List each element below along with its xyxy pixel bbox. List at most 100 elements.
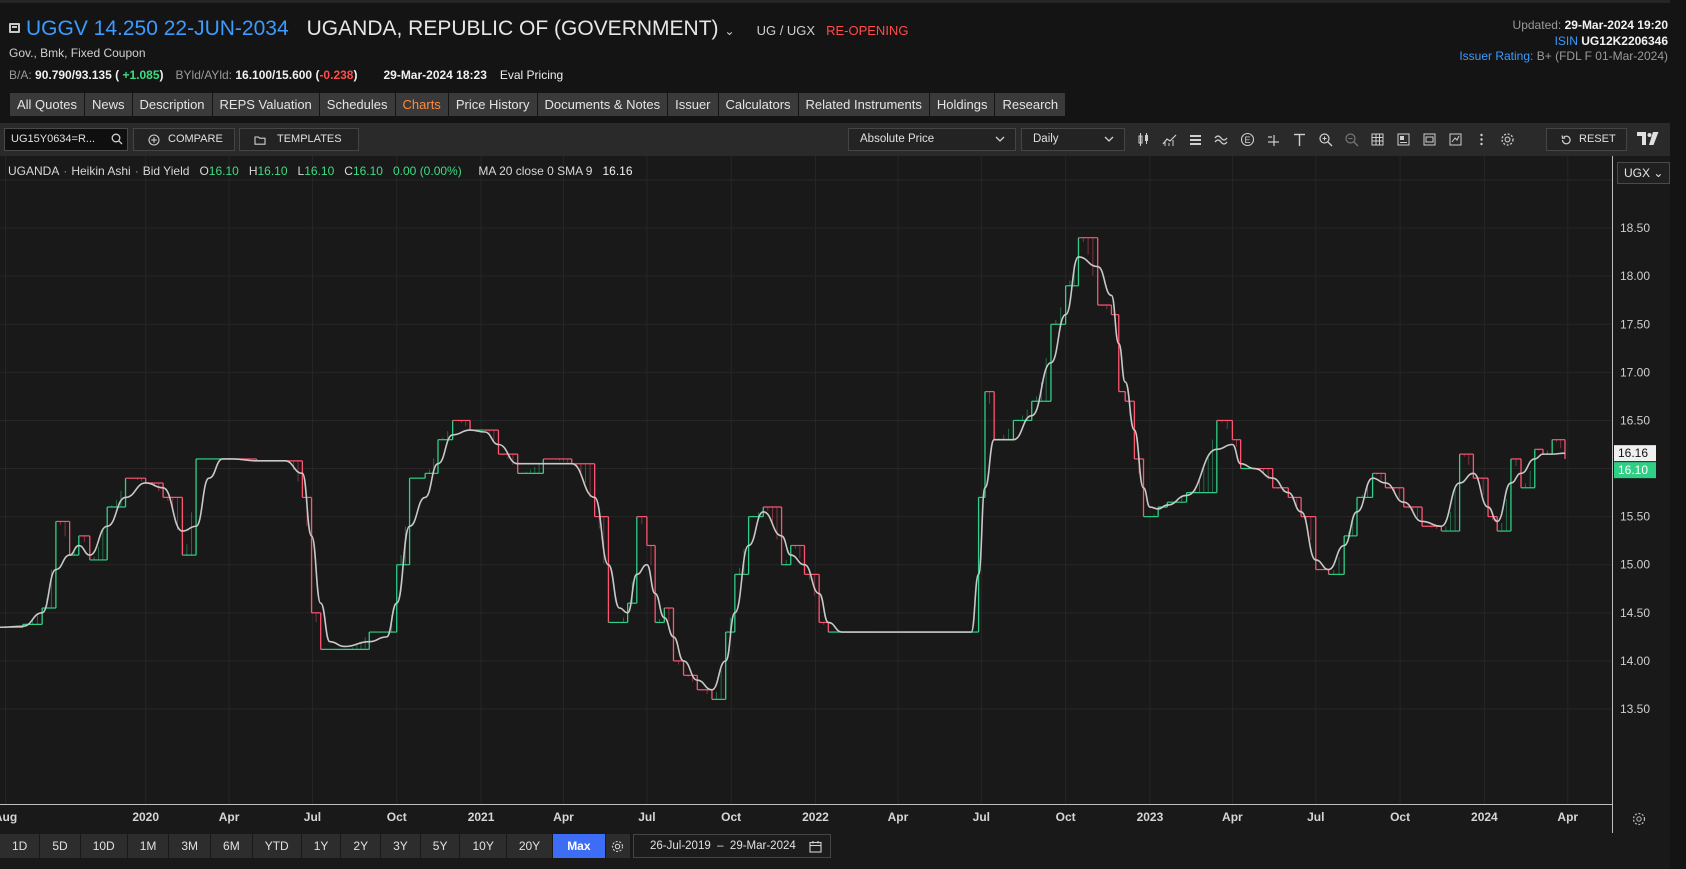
compare-button[interactable]: COMPARE: [133, 128, 235, 151]
range-button-3m[interactable]: 3M: [169, 834, 212, 858]
tab-research[interactable]: Research: [995, 93, 1067, 116]
x-tick-label: Jul: [304, 810, 321, 824]
moving-average-line: [0, 256, 1566, 691]
tab-description[interactable]: Description: [132, 93, 213, 116]
axis-settings-icon-core: [1636, 816, 1642, 822]
chevron-down-icon[interactable]: ⌄: [725, 24, 735, 38]
reset-button[interactable]: RESET: [1546, 128, 1627, 151]
table-icon[interactable]: [1364, 128, 1390, 151]
text-tool-icon[interactable]: [1286, 128, 1312, 151]
indicators-icon[interactable]: [1156, 128, 1182, 151]
tab-all-quotes[interactable]: All Quotes: [10, 93, 85, 116]
axis-settings-icon[interactable]: [1632, 812, 1646, 826]
x-tick-label: Jul: [1307, 810, 1324, 824]
range-button-1y[interactable]: 1Y: [301, 834, 342, 858]
events-icon[interactable]: E: [1234, 128, 1260, 151]
x-tick-label: Aug: [0, 810, 17, 824]
x-tick-label: Oct: [387, 810, 407, 824]
bond-title[interactable]: UGGV 14.250 22-JUN-2034: [26, 17, 289, 41]
date-range-picker[interactable]: 26-Jul-2019 – 29-Mar-2024: [633, 834, 831, 858]
y-tick-label: 18.00: [1620, 269, 1650, 283]
price-type-select[interactable]: Absolute Price: [848, 128, 1016, 151]
range-button-5y[interactable]: 5Y: [420, 834, 461, 858]
analytics-icon[interactable]: [1442, 128, 1468, 151]
snapshot-icon[interactable]: [1416, 128, 1442, 151]
range-button-1m[interactable]: 1M: [127, 834, 170, 858]
tab-price-history[interactable]: Price History: [448, 93, 538, 116]
tab-schedules[interactable]: Schedules: [319, 93, 396, 116]
templates-button[interactable]: TEMPLATES: [239, 128, 359, 151]
ric-search-input[interactable]: UG15Y0634=R...: [4, 128, 128, 151]
range-button-5d[interactable]: 5D: [40, 834, 81, 858]
zoom-in-icon[interactable]: [1312, 128, 1338, 151]
x-tick-label: Apr: [1557, 810, 1578, 824]
y-tick-label: 16.50: [1620, 413, 1650, 427]
range-buttons: 1D 5D 10D 1M 3M 6M YTD 1Y 2Y 3Y 5Y 10Y 20Y Max: [0, 834, 630, 858]
more-icon[interactable]: [1468, 128, 1494, 151]
chevron-down-icon: ⌄: [1653, 166, 1664, 180]
price-chart[interactable]: 19.0018.5018.0017.5017.0016.5016.0015.50…: [0, 156, 1670, 869]
reset-icon: [1561, 135, 1571, 145]
y-tick-label: 13.50: [1620, 702, 1650, 716]
chart-tools: E: [1130, 128, 1520, 151]
range-button-3y[interactable]: 3Y: [381, 834, 421, 858]
tab-holdings[interactable]: Holdings: [929, 93, 996, 116]
y-tick-label: 18.50: [1620, 221, 1650, 235]
x-tick-label: Oct: [1390, 810, 1410, 824]
tab-reps-valuation[interactable]: REPS Valuation: [212, 93, 320, 116]
search-icon[interactable]: [111, 133, 123, 145]
range-button-10d[interactable]: 10D: [80, 834, 128, 858]
range-button-2y[interactable]: 2Y: [341, 834, 382, 858]
interval-select[interactable]: Daily: [1021, 128, 1125, 151]
pricing-time: 29-Mar-2024 18:23: [383, 68, 487, 82]
currency-select[interactable]: UGX ⌄: [1617, 162, 1671, 184]
updated-label: Updated:: [1512, 18, 1562, 32]
range-settings-icon[interactable]: [605, 834, 630, 858]
range-button-1d[interactable]: 1D: [0, 834, 41, 858]
range-button-20y[interactable]: 20Y: [506, 834, 554, 858]
y-tick-label: 17.00: [1620, 365, 1650, 379]
compare-label: COMPARE: [168, 133, 223, 145]
legend-low-value: 16.10: [304, 164, 335, 178]
legend-chart-style: Heikin Ashi: [71, 164, 131, 178]
range-button-max[interactable]: Max: [553, 834, 606, 858]
zoom-out-icon[interactable]: [1338, 128, 1364, 151]
studies-icon[interactable]: [1208, 128, 1234, 151]
range-button-10y[interactable]: 10Y: [460, 834, 507, 858]
range-button-ytd[interactable]: YTD: [252, 834, 302, 858]
candle-type-icon[interactable]: [1130, 128, 1156, 151]
issuer-rating-label[interactable]: Issuer Rating:: [1459, 49, 1533, 63]
bid-ask-label: B/A:: [9, 68, 32, 82]
x-tick-label: 2022: [802, 810, 829, 824]
calendar-icon[interactable]: [809, 840, 822, 853]
issuer-name[interactable]: UGANDA, REPUBLIC OF (GOVERNMENT): [307, 17, 719, 41]
bid-ask-value: 90.790/93.135: [35, 68, 112, 82]
chevron-down-icon: [1104, 136, 1114, 142]
title-row: UGGV 14.250 22-JUN-2034 UGANDA, REPUBLIC…: [9, 17, 908, 41]
window-icon[interactable]: [9, 23, 20, 33]
layout-icon[interactable]: [1390, 128, 1416, 151]
close-price-label: 16.10: [1618, 463, 1648, 477]
tab-calculators[interactable]: Calculators: [718, 93, 799, 116]
x-tick-label: 2021: [468, 810, 495, 824]
tab-charts[interactable]: Charts: [395, 93, 449, 116]
chart-panel[interactable]: 19.0018.5018.0017.5017.0016.5016.0015.50…: [0, 156, 1686, 869]
x-tick-label: Apr: [1222, 810, 1243, 824]
status-badge: RE-OPENING: [826, 23, 909, 38]
yield-value: 16.100/15.600: [235, 68, 313, 82]
tab-news[interactable]: News: [84, 93, 133, 116]
tab-related-instruments[interactable]: Related Instruments: [798, 93, 930, 116]
tab-issuer[interactable]: Issuer: [668, 93, 719, 116]
layers-icon[interactable]: [1182, 128, 1208, 151]
tab-documents-notes[interactable]: Documents & Notes: [537, 93, 669, 116]
instrument-header: UGGV 14.250 22-JUN-2034 UGANDA, REPUBLIC…: [0, 0, 1686, 93]
settings-icon[interactable]: [1494, 128, 1520, 151]
issuer-rating-detail: (FDL F 01-Mar-2024): [1555, 49, 1668, 63]
isin-label: ISIN: [1554, 33, 1578, 48]
measure-icon[interactable]: [1260, 128, 1286, 151]
ric-input-value: UG15Y0634=R...: [11, 133, 96, 145]
currency-pair: UG / UGX: [756, 23, 816, 38]
header-meta: Updated: 29-Mar-2024 19:20 ISIN UG12K220…: [1459, 18, 1668, 65]
y-tick-label: 15.50: [1620, 510, 1650, 524]
range-button-6m[interactable]: 6M: [211, 834, 253, 858]
